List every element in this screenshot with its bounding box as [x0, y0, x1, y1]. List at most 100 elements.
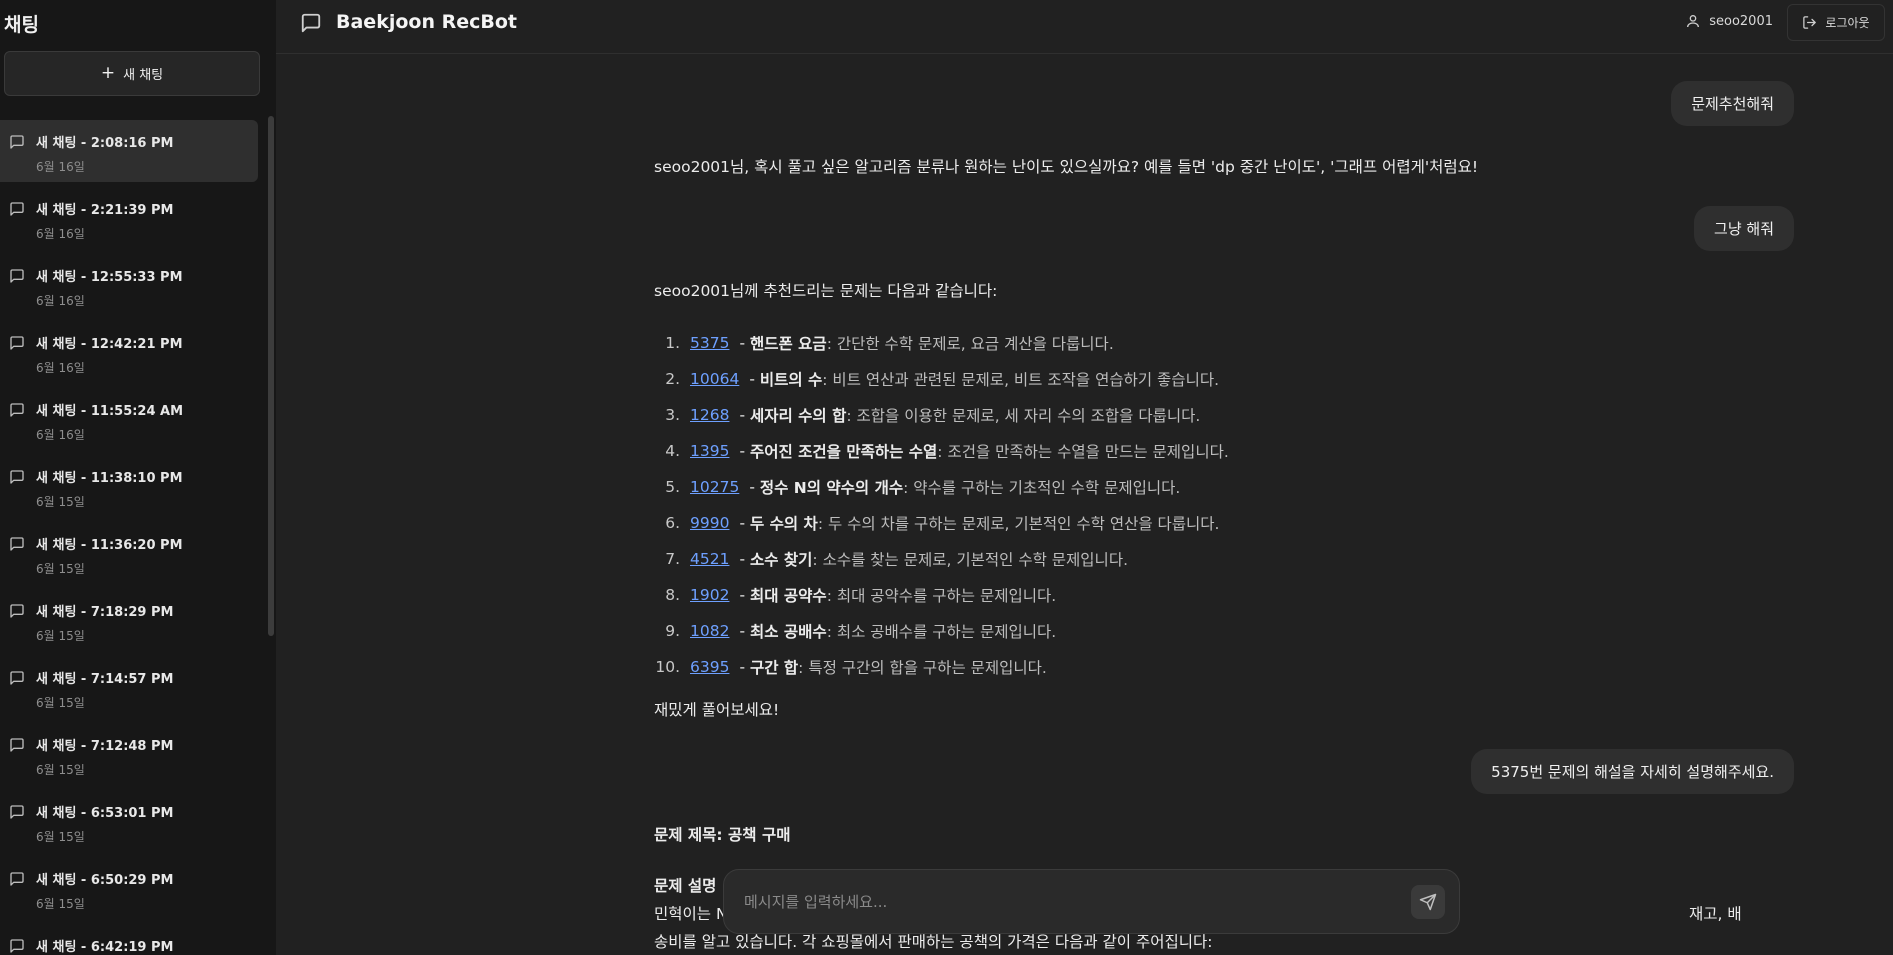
send-icon — [1419, 893, 1437, 911]
list-number: 2. — [665, 370, 680, 388]
new-chat-button[interactable]: + 새 채팅 — [4, 51, 260, 96]
chat-item-date: 6월 16일 — [36, 294, 85, 308]
chat-list-item[interactable]: 새 채팅 - 6:50:29 PM 6월 15일 — [0, 857, 258, 919]
chat-list-item[interactable]: 새 채팅 - 12:42:21 PM 6월 16일 — [0, 321, 258, 383]
problem-link[interactable]: 1902 — [690, 586, 729, 604]
chat-item-date: 6월 15일 — [36, 629, 85, 643]
message-square-icon — [10, 872, 24, 886]
problem-title: 핸드폰 요금 — [749, 335, 827, 353]
user-icon — [1687, 15, 1700, 28]
message-square-icon — [10, 738, 24, 752]
username: seoo2001 — [1709, 13, 1773, 29]
message-square-icon — [10, 202, 24, 216]
recommendation-item: 7. 4521- 소수 찾기: 소수를 찾는 문제로, 기본적인 수학 문제입니다… — [654, 541, 1754, 577]
list-number: 6. — [665, 514, 680, 532]
message-square-icon — [301, 13, 321, 33]
chat-list-item[interactable]: 새 채팅 - 11:36:20 PM 6월 15일 — [0, 522, 258, 584]
chat-list-item[interactable]: 새 채팅 - 12:55:33 PM 6월 16일 — [0, 254, 258, 316]
problem-description: : 조건을 만족하는 수열을 만드는 문제입니다. — [937, 443, 1229, 461]
chat-item-name: 새 채팅 - 11:55:24 AM — [36, 404, 184, 419]
problem-link[interactable]: 10275 — [690, 478, 739, 496]
new-chat-label: 새 채팅 — [123, 68, 164, 83]
dash: - — [739, 514, 750, 532]
chat-item-name: 새 채팅 - 11:38:10 PM — [36, 471, 183, 486]
dash: - — [739, 622, 750, 640]
bot-message: seoo2001님, 혹시 풀고 싶은 알고리즘 분류나 원하는 난이도 있으실… — [654, 158, 1479, 176]
chat-item-date: 6월 15일 — [36, 495, 85, 509]
message-square-icon — [10, 604, 24, 618]
bot-message: seoo2001님께 추천드리는 문제는 다음과 같습니다: — [654, 282, 998, 300]
message-square-icon — [10, 671, 24, 685]
chat-list-item[interactable]: 새 채팅 - 11:38:10 PM 6월 15일 — [0, 455, 258, 517]
problem-description: : 간단한 수학 문제로, 요금 계산을 다룹니다. — [826, 335, 1114, 353]
message-square-icon — [10, 470, 24, 484]
list-number: 8. — [665, 586, 680, 604]
problem-description: : 최대 공약수를 구하는 문제입니다. — [826, 587, 1057, 605]
chat-item-texts: 새 채팅 - 7:12:48 PM 6월 15일 — [36, 735, 173, 778]
recommendation-item: 2. 10064- 비트의 수: 비트 연산과 관련된 문제로, 비트 조작을 연… — [654, 361, 1754, 397]
problem-link[interactable]: 10064 — [690, 370, 739, 388]
problem-title: 최대 공약수 — [749, 587, 827, 605]
chat-list-item[interactable]: 새 채팅 - 7:14:57 PM 6월 15일 — [0, 656, 258, 718]
recommendation-item: 10. 6395- 구간 합: 특정 구간의 합을 구하는 문제입니다. — [654, 649, 1754, 685]
chat-item-texts: 새 채팅 - 7:14:57 PM 6월 15일 — [36, 668, 173, 711]
problem-description: : 조합을 이용한 문제로, 세 자리 수의 조합을 다룹니다. — [846, 407, 1201, 425]
chat-item-date: 6월 15일 — [36, 897, 85, 911]
message-square-icon — [10, 805, 24, 819]
chat-item-texts: 새 채팅 - 7:18:29 PM 6월 15일 — [36, 601, 173, 644]
dash: - — [749, 478, 760, 496]
chat-item-date: 6월 16일 — [36, 227, 85, 241]
problem-link[interactable]: 9990 — [690, 514, 729, 532]
recommendation-item: 4. 1395- 주어진 조건을 만족하는 수열: 조건을 만족하는 수열을 만드… — [654, 433, 1754, 469]
logout-icon — [1803, 16, 1817, 29]
chat-item-date: 6월 15일 — [36, 562, 85, 576]
chat-item-texts: 새 채팅 - 11:38:10 PM 6월 15일 — [36, 467, 183, 510]
list-number: 10. — [655, 658, 680, 676]
message-square-icon — [10, 403, 24, 417]
send-button[interactable] — [1411, 885, 1445, 919]
list-number: 5. — [665, 478, 680, 496]
problem-link[interactable]: 1395 — [690, 442, 729, 460]
problem-link[interactable]: 6395 — [690, 658, 729, 676]
sidebar-title: 채팅 — [4, 14, 39, 36]
chat-list-item[interactable]: 새 채팅 - 2:21:39 PM 6월 16일 — [0, 187, 258, 249]
recommendation-item: 9. 1082- 최소 공배수: 최소 공배수를 구하는 문제입니다. — [654, 613, 1754, 649]
bot-message: 재밌게 풀어보세요! — [654, 701, 780, 719]
problem-description: : 비트 연산과 관련된 문제로, 비트 조작을 연습하기 좋습니다. — [822, 371, 1220, 389]
chat-item-name: 새 채팅 - 7:14:57 PM — [36, 672, 174, 687]
chat-list-item[interactable]: 새 채팅 - 7:18:29 PM 6월 15일 — [0, 589, 258, 651]
chat-item-name: 새 채팅 - 2:08:16 PM — [36, 136, 174, 151]
logout-label: 로그아웃 — [1825, 16, 1870, 30]
sidebar: 채팅 + 새 채팅 새 채팅 - 2:08:16 PM 6월 16일 새 채팅 - … — [0, 0, 276, 955]
app-title: Baekjoon RecBot — [336, 11, 517, 33]
chat-list-item[interactable]: 새 채팅 - 11:55:24 AM 6월 16일 — [0, 388, 258, 450]
dash: - — [749, 370, 760, 388]
chat-item-texts: 새 채팅 - 2:08:16 PM 6월 16일 — [36, 132, 173, 175]
chat-area[interactable]: 문제추천해줘 seoo2001님, 혹시 풀고 싶은 알고리즘 분류나 원하는 … — [276, 55, 1893, 955]
chat-item-date: 6월 15일 — [36, 696, 85, 710]
problem-title: 소수 찾기 — [749, 551, 813, 569]
dash: - — [739, 442, 750, 460]
problem-link[interactable]: 4521 — [690, 550, 729, 568]
plus-icon: + — [100, 63, 116, 83]
chat-item-name: 새 채팅 - 7:18:29 PM — [36, 605, 174, 620]
chat-list-item[interactable]: 새 채팅 - 2:08:16 PM 6월 16일 — [0, 120, 258, 182]
bot-message-section: 문제 설명 — [654, 877, 717, 895]
problem-link[interactable]: 5375 — [690, 334, 729, 352]
chat-list-item[interactable]: 새 채팅 - 7:12:48 PM 6월 15일 — [0, 723, 258, 785]
list-number: 4. — [665, 442, 680, 460]
message-square-icon — [10, 336, 24, 350]
logout-button[interactable]: 로그아웃 — [1787, 4, 1885, 41]
problem-link[interactable]: 1082 — [690, 622, 729, 640]
problem-link[interactable]: 1268 — [690, 406, 729, 424]
user-message: 5375번 문제의 해설을 자세히 설명해주세요. — [1471, 749, 1794, 794]
sidebar-scrollbar[interactable] — [268, 116, 274, 636]
chat-item-texts: 새 채팅 - 12:42:21 PM 6월 16일 — [36, 333, 183, 376]
chat-item-name: 새 채팅 - 6:50:29 PM — [36, 873, 174, 888]
message-input[interactable] — [742, 888, 1342, 916]
chat-list-item[interactable]: 새 채팅 - 6:53:01 PM 6월 15일 — [0, 790, 258, 852]
recommendation-item: 5. 10275- 정수 N의 약수의 개수: 약수를 구하는 기초적인 수학 문… — [654, 469, 1754, 505]
dash: - — [739, 334, 750, 352]
chat-list-item[interactable]: 새 채팅 - 6:42:19 PM6월 15일 — [0, 924, 258, 955]
chat-item-name: 새 채팅 - 6:53:01 PM — [36, 806, 174, 821]
